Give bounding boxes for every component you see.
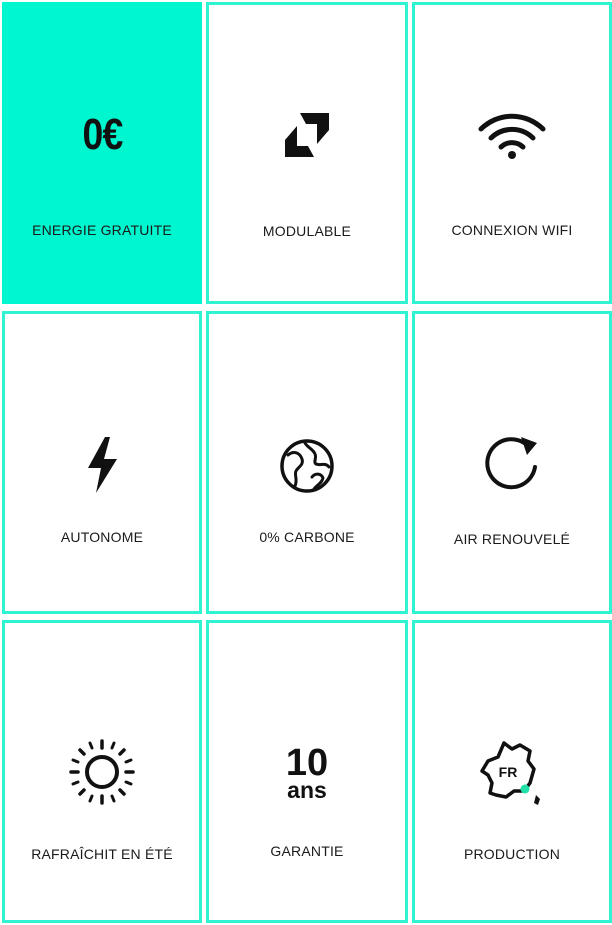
feature-card-modulable: MODULABLE <box>206 2 408 304</box>
feature-label: AUTONOME <box>60 529 144 545</box>
feature-label: RAFRAÎCHIT EN ÉTÉ <box>31 846 173 862</box>
feature-label: 0% CARBONE <box>259 529 355 545</box>
feature-label: CONNEXION WIFI <box>451 222 573 238</box>
wifi-icon <box>415 109 609 161</box>
feature-card-connexion-wifi: CONNEXION WIFI <box>412 2 612 304</box>
feature-label: PRODUCTION <box>463 846 561 862</box>
feature-card-carbone: 0% CARBONE <box>206 311 408 614</box>
feature-card-rafraichit-en-ete: RAFRAÎCHIT EN ÉTÉ <box>2 620 202 923</box>
feature-label: ENERGIE GRATUITE <box>32 222 172 238</box>
zero-euro-text: 0€ <box>82 110 123 159</box>
globe-icon <box>209 439 405 493</box>
feature-card-autonome: AUTONOME <box>2 311 202 614</box>
modular-icon <box>209 109 405 161</box>
fr-badge-text: FR <box>499 764 518 780</box>
warranty-icon: 10 ans <box>209 741 405 805</box>
euro-icon: 0€ <box>5 107 199 163</box>
refresh-icon <box>415 434 609 494</box>
feature-label: MODULABLE <box>262 223 352 239</box>
feature-card-energie-gratuite: 0€ ENERGIE GRATUITE <box>2 2 202 304</box>
sun-icon <box>5 739 199 805</box>
feature-label: AIR RENOUVELÉ <box>453 531 571 547</box>
warranty-years: 10 ans <box>286 744 328 802</box>
warranty-unit: ans <box>287 777 327 803</box>
feature-card-garantie: 10 ans GARANTIE <box>206 620 408 923</box>
feature-label: GARANTIE <box>270 843 344 859</box>
feature-card-air-renouvele: AIR RENOUVELÉ <box>412 311 612 614</box>
france-map-icon: FR <box>415 739 609 809</box>
feature-card-production: FR PRODUCTION <box>412 620 612 923</box>
lightning-icon <box>5 434 199 496</box>
